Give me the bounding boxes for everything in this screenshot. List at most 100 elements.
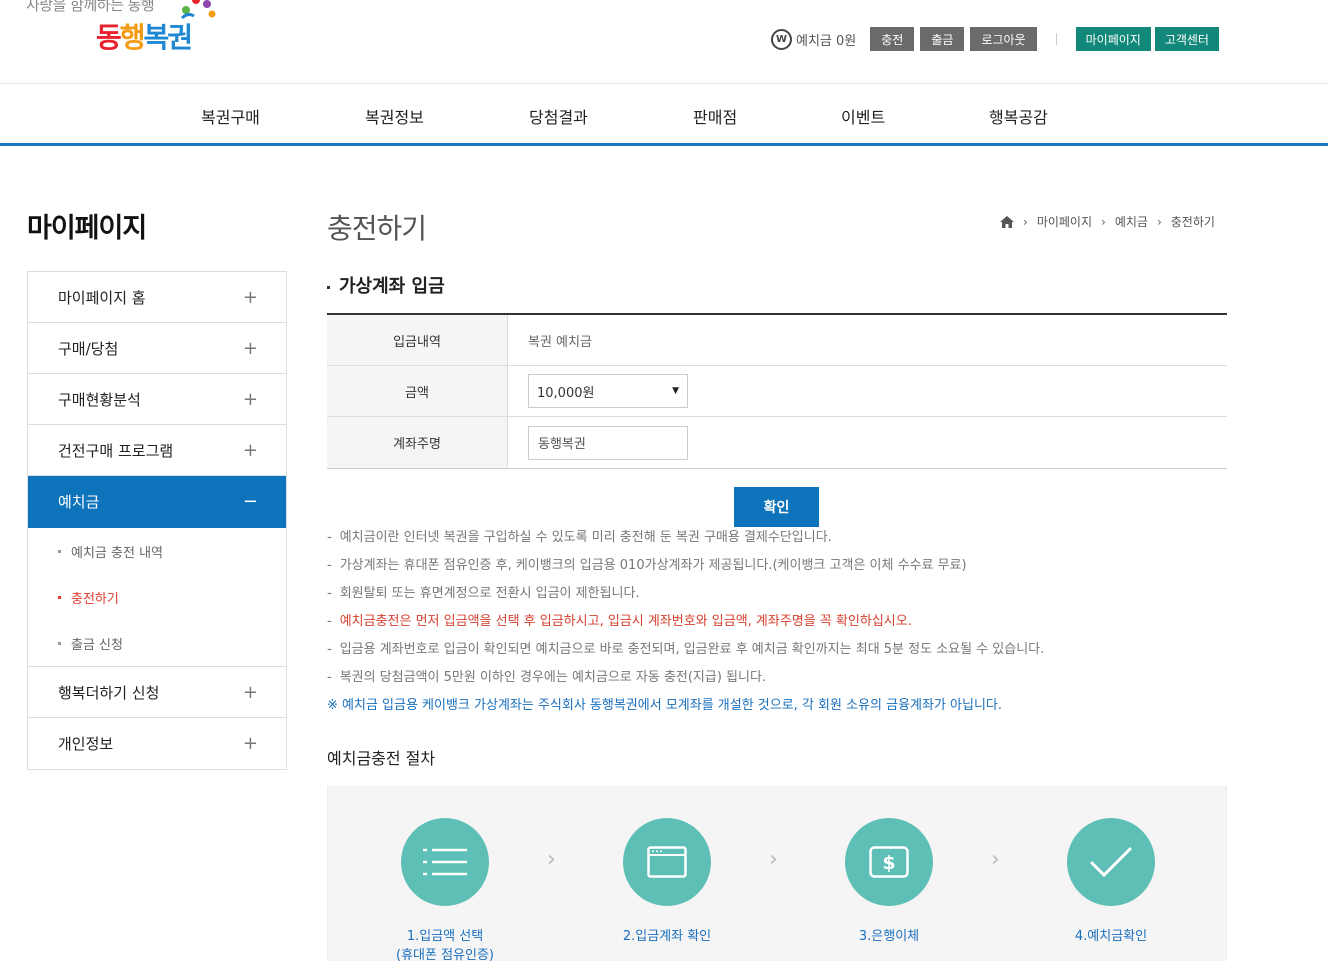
step-1: 1.입금액 선택 (휴대폰 점유인증) xyxy=(375,818,515,961)
plus-icon: + xyxy=(242,388,258,410)
list-icon xyxy=(423,848,467,876)
won-icon: W xyxy=(771,28,792,50)
bullet-icon xyxy=(58,641,61,645)
logo-mark-icon xyxy=(180,0,216,20)
amount-select[interactable]: 10,000원 ▼ xyxy=(528,374,688,408)
step-4: 4.예치금확인 xyxy=(1041,818,1181,946)
breadcrumb: › 마이페이지 › 예치금 › 충전하기 xyxy=(1000,213,1215,230)
submenu-label: 예치금 충전 내역 xyxy=(71,545,163,561)
chevron-right-icon: › xyxy=(769,847,778,872)
field-label: 입금내역 xyxy=(327,315,508,365)
home-icon[interactable] xyxy=(1000,215,1014,228)
breadcrumb-item[interactable]: 예치금 xyxy=(1115,213,1148,230)
confirm-button[interactable]: 확인 xyxy=(734,487,819,527)
breadcrumb-item[interactable]: 마이페이지 xyxy=(1037,213,1092,230)
step-label: 1.입금액 선택 xyxy=(406,929,484,944)
logo[interactable]: 사랑을 함께하는 동행 동행복권 xyxy=(26,0,226,64)
minus-icon: − xyxy=(242,491,258,512)
nav-item-events[interactable]: 이벤트 xyxy=(841,104,885,128)
plus-icon: + xyxy=(242,733,258,754)
amount-selected-value: 10,000원 xyxy=(537,385,595,401)
bullet-icon xyxy=(58,595,61,599)
deposit-balance: 예치금 0원 xyxy=(796,33,857,49)
nav-item-happiness[interactable]: 행복공감 xyxy=(989,104,1048,128)
sidebar-item-purchase-analysis[interactable]: 구매현황분석 + xyxy=(28,374,286,425)
notice-item: - 가상계좌는 휴대폰 점유인증 후, 케이뱅크의 입금용 010가상계좌가 제공… xyxy=(327,558,967,573)
step-sublabel: (휴대폰 점유인증) xyxy=(396,948,494,961)
logo-tagline: 사랑을 함께하는 동행 xyxy=(26,0,155,14)
bullet-icon xyxy=(58,549,61,553)
sidebar-item-personal-info[interactable]: 개인정보 + xyxy=(28,718,286,769)
sidebar-item-healthy-program[interactable]: 건전구매 프로그램 + xyxy=(28,425,286,476)
form-row-account-holder: 계좌주명 동행복권 xyxy=(327,417,1227,468)
chevron-right-icon: › xyxy=(547,847,556,872)
notice-item: - 예치금이란 인터넷 복권을 구입하실 수 있도록 미리 충전해 둔 복권 구매… xyxy=(327,530,832,545)
sidebar-item-label: 개인정보 xyxy=(58,735,114,753)
submenu-item-charge[interactable]: 충전하기 xyxy=(28,574,286,620)
chevron-right-icon: › xyxy=(991,847,1000,872)
site-header: 사랑을 함께하는 동행 동행복권 W 예치금 0원 충전 출금 로그아웃 마이페… xyxy=(0,0,1328,84)
form-row-amount: 금액 10,000원 ▼ xyxy=(327,366,1227,417)
utility-bar: W 예치금 0원 충전 출금 로그아웃 마이페이지 고객센터 xyxy=(771,27,1223,51)
step-2: 2.입금계좌 확인 xyxy=(597,818,737,946)
chevron-right-icon: › xyxy=(1156,214,1162,229)
sidebar-item-label: 예치금 xyxy=(58,493,100,511)
sidebar-item-label: 구매/당첨 xyxy=(58,339,119,358)
sidebar-item-happiness-plus[interactable]: 행복더하기 신청 + xyxy=(28,667,286,718)
sidebar-submenu: 예치금 충전 내역 충전하기 출금 신청 xyxy=(28,528,286,667)
form-row-deposit-type: 입금내역 복권 예치금 xyxy=(327,315,1227,366)
window-icon xyxy=(647,846,687,878)
logout-button[interactable]: 로그아웃 xyxy=(970,27,1037,51)
submenu-item-withdraw-request[interactable]: 출금 신청 xyxy=(28,620,286,666)
sidebar-item-mypage-home[interactable]: 마이페이지 홈 + xyxy=(28,272,286,323)
submenu-item-charge-history[interactable]: 예치금 충전 내역 xyxy=(28,528,286,574)
nav-item-results[interactable]: 당첨결과 xyxy=(529,104,588,128)
bullet-icon xyxy=(327,285,330,289)
plus-icon: + xyxy=(242,286,258,308)
field-label: 계좌주명 xyxy=(327,417,508,468)
notice-disclaimer: ※ 예치금 입금용 케이뱅크 가상계좌는 주식회사 동행복권에서 모계좌를 개설… xyxy=(327,698,1003,713)
caret-down-icon: ▼ xyxy=(672,386,679,396)
nav-item-lottery-buy[interactable]: 복권구매 xyxy=(201,104,260,128)
notice-list: - 예치금이란 인터넷 복권을 구입하실 수 있도록 미리 충전해 둔 복권 구매… xyxy=(327,528,1227,724)
plus-icon: + xyxy=(242,681,258,703)
process-steps: 1.입금액 선택 (휴대폰 점유인증) › 2.입금계좌 확인 › $ 3.은행… xyxy=(327,786,1227,961)
sidebar-item-label: 구매현황분석 xyxy=(58,390,141,409)
step-label: 3.은행이체 xyxy=(858,929,920,944)
notice-item: - 복권의 당첨금액이 5만원 이하인 경우에는 예치금으로 자동 충전(지급) … xyxy=(327,670,767,685)
breadcrumb-current: 충전하기 xyxy=(1170,215,1215,229)
svg-text:$: $ xyxy=(882,852,895,874)
sidebar-item-purchase-win[interactable]: 구매/당첨 + xyxy=(28,323,286,374)
step-label: 4.예치금확인 xyxy=(1074,929,1148,944)
account-holder-input[interactable]: 동행복권 xyxy=(528,425,688,460)
nav-item-lottery-info[interactable]: 복권정보 xyxy=(365,104,424,128)
sidebar-title: 마이페이지 xyxy=(27,213,147,244)
page-title: 충전하기 xyxy=(327,212,427,245)
sidebar-item-label: 건전구매 프로그램 xyxy=(58,441,174,460)
process-title: 예치금충전 절차 xyxy=(327,749,436,768)
check-icon xyxy=(1089,846,1133,878)
sidebar-item-deposit[interactable]: 예치금 − xyxy=(28,476,286,528)
customer-center-button[interactable]: 고객센터 xyxy=(1154,27,1219,51)
submenu-label: 출금 신청 xyxy=(71,637,123,653)
plus-icon: + xyxy=(242,439,258,461)
chevron-right-icon: › xyxy=(1101,214,1106,229)
sidebar-item-label: 행복더하기 신청 xyxy=(58,683,160,702)
step-3: $ 3.은행이체 xyxy=(819,818,959,946)
sidebar-item-label: 마이페이지 홈 xyxy=(58,288,146,307)
chevron-right-icon: › xyxy=(1023,214,1028,229)
deposit-form: 입금내역 복권 예치금 금액 10,000원 ▼ 계좌주명 동행복권 xyxy=(327,313,1227,469)
withdraw-button[interactable]: 출금 xyxy=(920,27,965,51)
charge-button[interactable]: 충전 xyxy=(870,27,915,51)
sidebar: 마이페이지 홈 + 구매/당첨 + 구매현황분석 + 건전구매 프로그램 + 예… xyxy=(27,271,287,770)
notice-item: - 회원탈퇴 또는 휴면계정으로 전환시 입금이 제한됩니다. xyxy=(327,586,640,601)
nav-item-stores[interactable]: 판매점 xyxy=(693,104,737,128)
plus-icon: + xyxy=(242,337,258,359)
notice-item-warning: - 예치금충전은 먼저 입금액을 선택 후 입금하시고, 입금시 계좌번호와 입금… xyxy=(327,614,912,629)
dollar-icon: $ xyxy=(869,846,909,878)
notice-item: - 입금용 계좌번호로 입금이 확인되면 예치금으로 바로 충전되며, 입금완료 … xyxy=(327,642,1045,657)
submenu-label: 충전하기 xyxy=(71,591,119,607)
section-title: 가상계좌 입금 xyxy=(327,272,445,298)
main-nav: 복권구매 복권정보 당첨결과 판매점 이벤트 행복공감 xyxy=(0,84,1328,146)
mypage-button[interactable]: 마이페이지 xyxy=(1075,27,1151,51)
